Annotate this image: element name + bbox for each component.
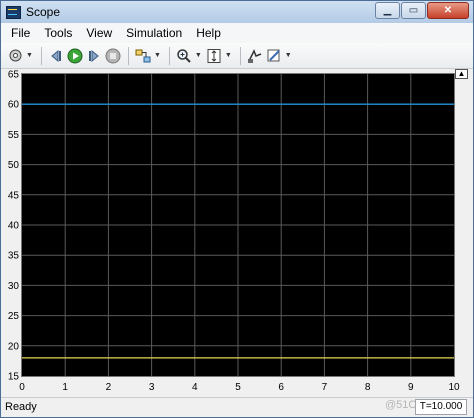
y-tick-label: 50 bbox=[8, 160, 20, 171]
menu-simulation[interactable]: Simulation bbox=[126, 26, 182, 40]
fit-to-view-icon bbox=[207, 48, 221, 63]
zoom-in-button[interactable] bbox=[176, 47, 193, 64]
y-tick-label: 30 bbox=[8, 281, 20, 292]
highlight-simulink-icon bbox=[135, 49, 151, 62]
x-tick-label: 7 bbox=[322, 382, 328, 393]
x-tick-label: 1 bbox=[62, 382, 68, 393]
maximize-icon: ▭ bbox=[408, 5, 419, 16]
step-forward-button[interactable] bbox=[86, 47, 103, 64]
plot-area: 0 1 2 3 4 5 6 7 8 9 10 15 20 25 30 35 40 45 50 55 60 65 ▲ bbox=[1, 69, 473, 395]
signal-selection-button[interactable] bbox=[247, 47, 264, 64]
status-text: Ready bbox=[5, 401, 37, 413]
toolbar-separator bbox=[239, 46, 241, 65]
signal-selection-icon bbox=[248, 48, 262, 63]
scope-app-icon bbox=[6, 5, 21, 19]
chevron-down-icon[interactable]: ▼ bbox=[225, 52, 232, 59]
menu-bar: File Tools View Simulation Help bbox=[1, 23, 473, 43]
style-icon bbox=[267, 49, 280, 61]
arrow-up-icon: ▲ bbox=[457, 69, 466, 78]
minimize-button[interactable]: ▁ bbox=[375, 2, 400, 19]
close-button[interactable]: ✕ bbox=[427, 2, 469, 19]
y-tick-label: 45 bbox=[8, 190, 20, 201]
scope-plot[interactable]: 0 1 2 3 4 5 6 7 8 9 101520253035404550556065 bbox=[1, 69, 473, 395]
toolbar-separator bbox=[168, 46, 170, 65]
minimize-icon: ▁ bbox=[383, 5, 392, 16]
y-tick-label: 55 bbox=[8, 130, 20, 141]
maximize-button[interactable]: ▭ bbox=[401, 2, 426, 19]
title-bar[interactable]: Scope ▁ ▭ ✕ bbox=[1, 1, 473, 23]
watermark: @51C bbox=[385, 399, 417, 411]
toolbar-separator bbox=[40, 46, 42, 65]
menu-view[interactable]: View bbox=[86, 26, 112, 40]
zoom-in-icon bbox=[177, 48, 192, 63]
fit-to-view-button[interactable] bbox=[206, 47, 223, 64]
chevron-down-icon[interactable]: ▼ bbox=[195, 52, 202, 59]
chevron-down-icon[interactable]: ▼ bbox=[285, 52, 292, 59]
x-tick-label: 9 bbox=[408, 382, 414, 393]
x-tick-label: 8 bbox=[365, 382, 371, 393]
step-forward-icon bbox=[89, 49, 100, 62]
parameters-button[interactable] bbox=[7, 47, 24, 64]
chevron-down-icon[interactable]: ▼ bbox=[26, 52, 33, 59]
step-back-button[interactable] bbox=[48, 47, 65, 64]
stop-icon bbox=[105, 48, 121, 63]
x-tick-label: 6 bbox=[278, 382, 284, 393]
scope-window: Scope ▁ ▭ ✕ File Tools View Simulation H… bbox=[0, 0, 474, 418]
x-tick-label: 4 bbox=[192, 382, 198, 393]
y-tick-label: 15 bbox=[8, 372, 20, 383]
x-tick-label: 5 bbox=[235, 382, 241, 393]
run-button[interactable] bbox=[67, 47, 84, 64]
y-tick-label: 25 bbox=[8, 311, 20, 322]
toolbar-separator bbox=[127, 46, 129, 65]
run-icon bbox=[67, 48, 83, 63]
x-tick-label: 3 bbox=[149, 382, 155, 393]
parameters-icon bbox=[9, 49, 22, 62]
toolbar: ▼ ▼ ▼ ▼ ▼ bbox=[1, 43, 473, 69]
collapse-axes-button[interactable]: ▲ bbox=[455, 69, 468, 79]
y-tick-label: 65 bbox=[8, 70, 20, 81]
window-title: Scope bbox=[26, 5, 61, 19]
y-tick-label: 35 bbox=[8, 251, 20, 262]
y-tick-label: 40 bbox=[8, 221, 20, 232]
menu-tools[interactable]: Tools bbox=[44, 26, 72, 40]
simulation-time: T=10.000 bbox=[415, 399, 467, 415]
menu-help[interactable]: Help bbox=[196, 26, 221, 40]
x-tick-label: 0 bbox=[19, 382, 25, 393]
menu-file[interactable]: File bbox=[11, 26, 30, 40]
close-icon: ✕ bbox=[443, 5, 453, 16]
x-tick-label: 2 bbox=[106, 382, 112, 393]
y-tick-label: 60 bbox=[8, 100, 20, 111]
x-tick-label: 10 bbox=[448, 382, 460, 393]
style-button[interactable] bbox=[266, 47, 283, 64]
y-tick-label: 20 bbox=[8, 341, 20, 352]
highlight-simulink-button[interactable] bbox=[135, 47, 152, 64]
stop-button[interactable] bbox=[105, 47, 122, 64]
chevron-down-icon[interactable]: ▼ bbox=[154, 52, 161, 59]
step-back-icon bbox=[51, 49, 62, 62]
